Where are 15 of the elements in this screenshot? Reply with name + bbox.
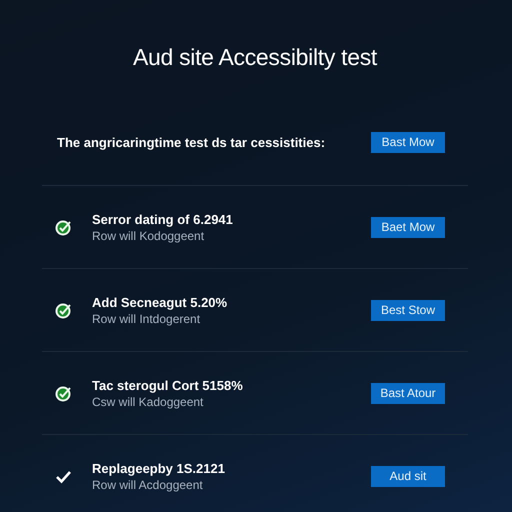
action-button[interactable]: Aud sit: [371, 466, 445, 486]
intro-text: The angricaringtime test ds tar cessistities:: [57, 134, 326, 150]
page-title: Aud site Accessibilty test: [132, 44, 378, 71]
action-button[interactable]: Bast Mow: [371, 132, 445, 152]
action-button[interactable]: Baet Mow: [371, 216, 445, 238]
action-button[interactable]: Bast Atour: [371, 382, 445, 404]
item-title: Replageepby 1S.2121: [92, 460, 226, 476]
item-title: Tac sterogul Cort 5158%: [92, 378, 244, 392]
item-title: Serror dating of 6.2941: [92, 212, 234, 226]
action-button[interactable]: Best Stow: [371, 300, 445, 320]
item-subtitle: Row will Kodoggeent: [92, 228, 206, 242]
item-subtitle: Row will Intdogerent: [92, 312, 202, 326]
item-subtitle: Csw will Kadoggeent: [92, 394, 204, 408]
item-subtitle: Row will Acdoggeent: [92, 478, 204, 492]
item-title: Add Secneagut 5.20%: [92, 294, 228, 310]
